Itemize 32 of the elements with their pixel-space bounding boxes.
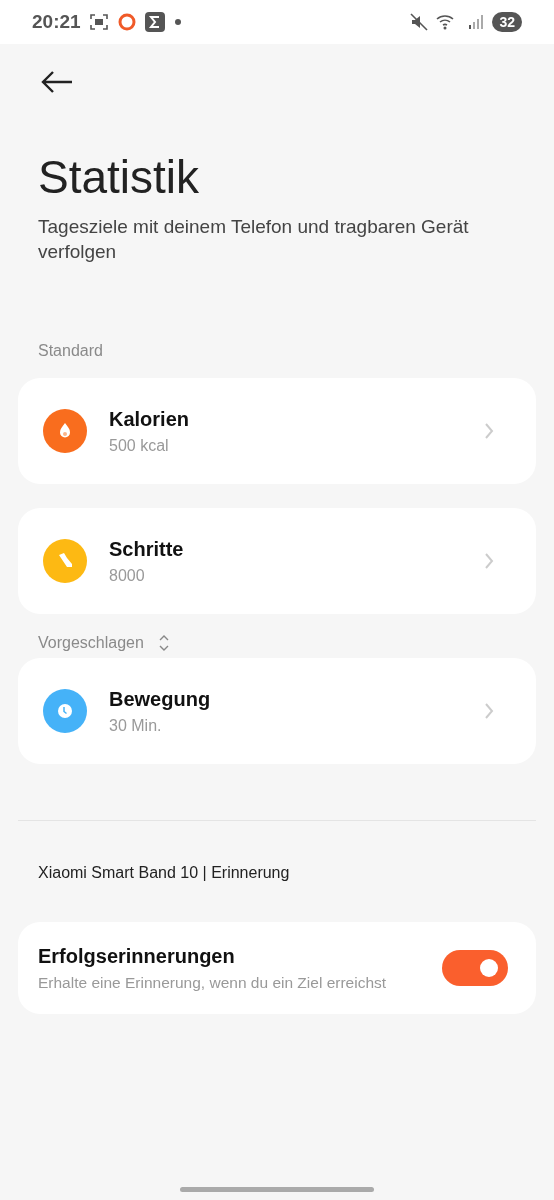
goal-name: Schritte [109,537,185,561]
chevron-icon [484,702,494,720]
sigma-icon [144,12,165,32]
page-title: Statistik [38,150,201,204]
reminder-description: Erhalte eine Erinnerung, wenn du ein Ziel erreichst [38,973,388,992]
shoe-icon [59,553,72,567]
chevron-icon [484,422,494,440]
reminder-toggle[interactable] [442,950,508,986]
goal-card[interactable]: Bewegung 30 Min. [18,658,536,764]
expand-icon[interactable] [157,634,170,652]
battery-level: 32 [492,12,522,32]
goal-value: 30 Min. [109,716,163,735]
section-label: Vorgeschlagen [38,634,144,652]
back-icon[interactable] [40,70,74,94]
dot-icon [172,17,183,27]
device-label: Xiaomi Smart Band 10 | Erinnerung [38,864,291,882]
clock-icon [58,704,72,718]
goal-value: 8000 [109,566,146,585]
section-label: Standard [38,342,103,360]
goal-name: Kalorien [109,407,191,431]
reminder-title: Erfolgserinnerungen [38,944,236,968]
goal-value: 500 kcal [109,436,170,455]
chevron-icon [484,552,494,570]
ring-icon [116,12,137,32]
status-time: 20:21 [32,11,81,33]
goal-card[interactable]: Kalorien 500 kcal [18,378,536,484]
goal-name: Bewegung [109,687,212,711]
screenshot-icon [88,13,109,31]
goal-card[interactable]: Schritte 8000 [18,508,536,614]
page-subtitle: Tagesziele mit deinem Telefon und tragbaren Gerät verfolgen [38,215,470,264]
mute-icon [410,13,429,31]
signal-icon [468,14,485,30]
